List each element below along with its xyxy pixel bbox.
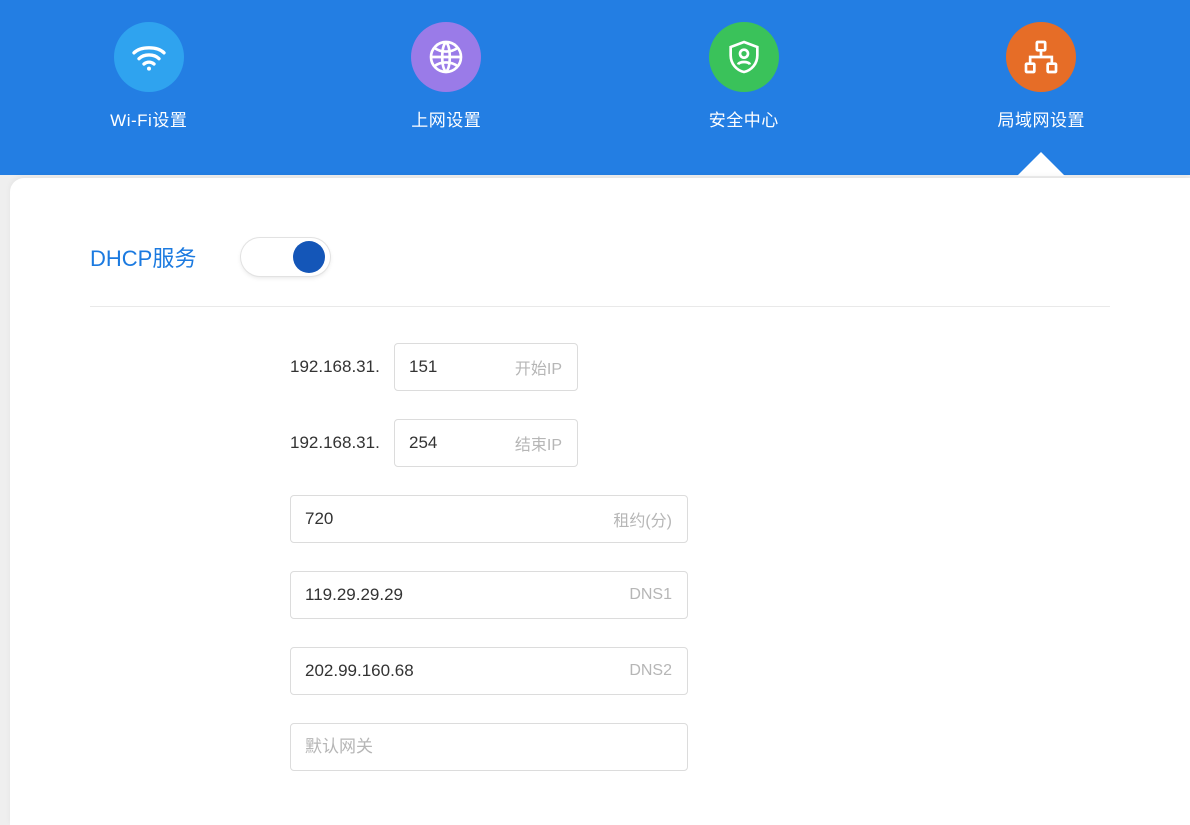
lease-row: 租约(分) (290, 495, 1110, 543)
dhcp-toggle[interactable] (241, 238, 330, 276)
ip-prefix-end: 192.168.31. (290, 433, 386, 453)
nav-label-security: 安全中心 (709, 106, 779, 131)
nav-label-lan: 局域网设置 (998, 106, 1086, 131)
nav-item-lan[interactable]: 局域网设置 (941, 22, 1141, 131)
lease-input[interactable] (290, 495, 688, 543)
top-nav: Wi-Fi设置 上网设置 安全中心 (0, 0, 1190, 175)
dhcp-form: 192.168.31. 开始IP 192.168.31. 结束IP 租约(分) … (90, 307, 1110, 771)
content-card: DHCP服务 192.168.31. 开始IP 192.168.31. 结束IP… (10, 178, 1190, 825)
toggle-knob (293, 241, 325, 273)
dns1-row: DNS1 (290, 571, 1110, 619)
shield-icon (709, 22, 779, 92)
lan-icon (1006, 22, 1076, 92)
nav-item-security[interactable]: 安全中心 (644, 22, 844, 131)
end-ip-input[interactable] (394, 419, 578, 467)
start-ip-row: 192.168.31. 开始IP (290, 343, 1110, 391)
ip-prefix-start: 192.168.31. (290, 357, 386, 377)
wifi-icon (114, 22, 184, 92)
dhcp-section-header: DHCP服务 (90, 238, 1110, 307)
end-ip-row: 192.168.31. 结束IP (290, 419, 1110, 467)
gateway-input[interactable] (290, 723, 688, 771)
start-ip-input[interactable] (394, 343, 578, 391)
gateway-row (290, 723, 1110, 771)
active-tab-pointer (1017, 152, 1065, 176)
nav-label-wifi: Wi-Fi设置 (110, 106, 187, 131)
dns2-input[interactable] (290, 647, 688, 695)
nav-item-wifi[interactable]: Wi-Fi设置 (49, 22, 249, 131)
dns2-row: DNS2 (290, 647, 1110, 695)
nav-label-internet: 上网设置 (411, 106, 481, 131)
nav-item-internet[interactable]: 上网设置 (346, 22, 546, 131)
dns1-input[interactable] (290, 571, 688, 619)
globe-icon (411, 22, 481, 92)
dhcp-title: DHCP服务 (90, 241, 196, 273)
